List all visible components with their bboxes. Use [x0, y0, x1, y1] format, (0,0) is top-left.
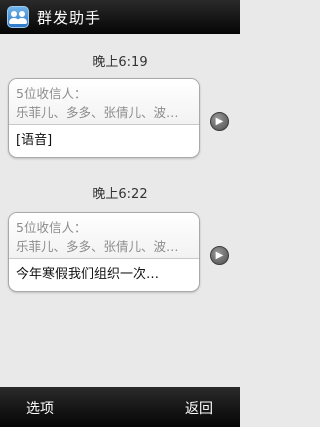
message-text: [语音]	[16, 133, 53, 148]
message-bubble[interactable]: 5位收信人： 乐菲儿、多多、张倩儿、波… 今年寒假我们组织一次…	[8, 212, 200, 292]
chevron-right-icon[interactable]: ▶	[210, 112, 229, 131]
group-icon	[7, 6, 29, 28]
timestamp: 晚上6:22	[92, 187, 148, 202]
recipients-names: 乐菲儿、多多、张倩儿、波…	[16, 239, 179, 254]
softkey-bar: 选项 返回	[0, 387, 240, 427]
back-button[interactable]: 返回	[185, 398, 213, 418]
options-button[interactable]: 选项	[26, 398, 54, 418]
message-list: 晚上6:19 5位收信人： 乐菲儿、多多、张倩儿、波… [语音] ▶ 晚上6:2…	[0, 34, 240, 387]
app-title: 群发助手	[37, 8, 102, 27]
recipients-count: 5位收信人：	[16, 86, 87, 101]
title-bar: 群发助手	[0, 0, 240, 34]
recipients-names: 乐菲儿、多多、张倩儿、波…	[16, 105, 179, 120]
message-bubble[interactable]: 5位收信人： 乐菲儿、多多、张倩儿、波… [语音]	[8, 78, 200, 158]
timestamp: 晚上6:19	[92, 55, 148, 70]
chevron-right-icon[interactable]: ▶	[210, 246, 229, 265]
recipients-area: 5位收信人： 乐菲儿、多多、张倩儿、波…	[9, 79, 199, 125]
recipients-count: 5位收信人：	[16, 220, 87, 235]
message-text: 今年寒假我们组织一次…	[16, 267, 160, 282]
recipients-area: 5位收信人： 乐菲儿、多多、张倩儿、波…	[9, 213, 199, 259]
